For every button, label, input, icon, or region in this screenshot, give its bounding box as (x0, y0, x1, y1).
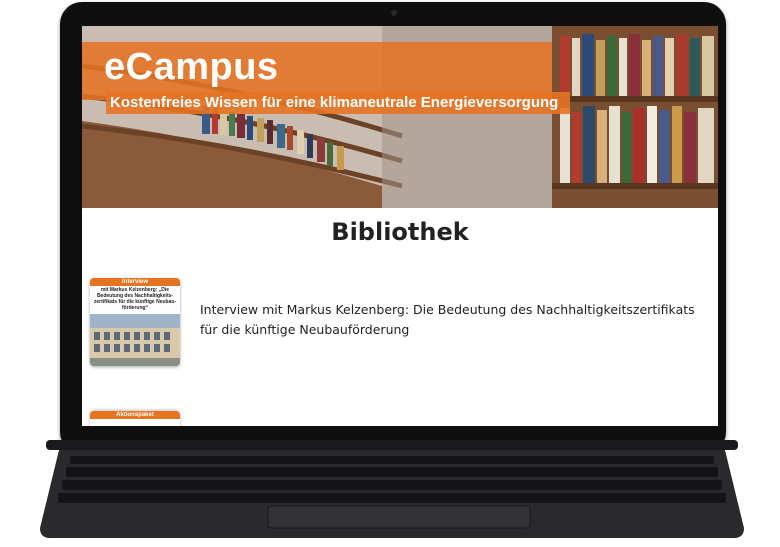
item-title-link[interactable]: Interview mit Markus Kelzenberg: Die Bed… (200, 300, 700, 340)
webcam-icon (391, 10, 397, 16)
item-tag: Interview (90, 278, 180, 286)
site-title[interactable]: eCampus (104, 46, 279, 89)
thumbnail-caption: mit Markus Kelzenberg: „Die Bedeutung de… (93, 287, 177, 311)
item-thumbnail[interactable]: Interview mit Markus Kelzenberg: „Die Be… (90, 278, 180, 366)
screen: eCampus Kostenfreies Wissen für eine kli… (82, 26, 718, 426)
page-title: Bibliothek (331, 218, 469, 246)
item-thumbnail[interactable]: Aktionspaket (90, 411, 180, 426)
header-banner: eCampus Kostenfreies Wissen für eine kli… (82, 26, 718, 208)
item-tag: Aktionspaket (90, 411, 180, 419)
keyboard (40, 440, 744, 538)
building-photo (90, 314, 180, 366)
site-subtitle: Kostenfreies Wissen für eine klimaneutra… (106, 92, 570, 114)
